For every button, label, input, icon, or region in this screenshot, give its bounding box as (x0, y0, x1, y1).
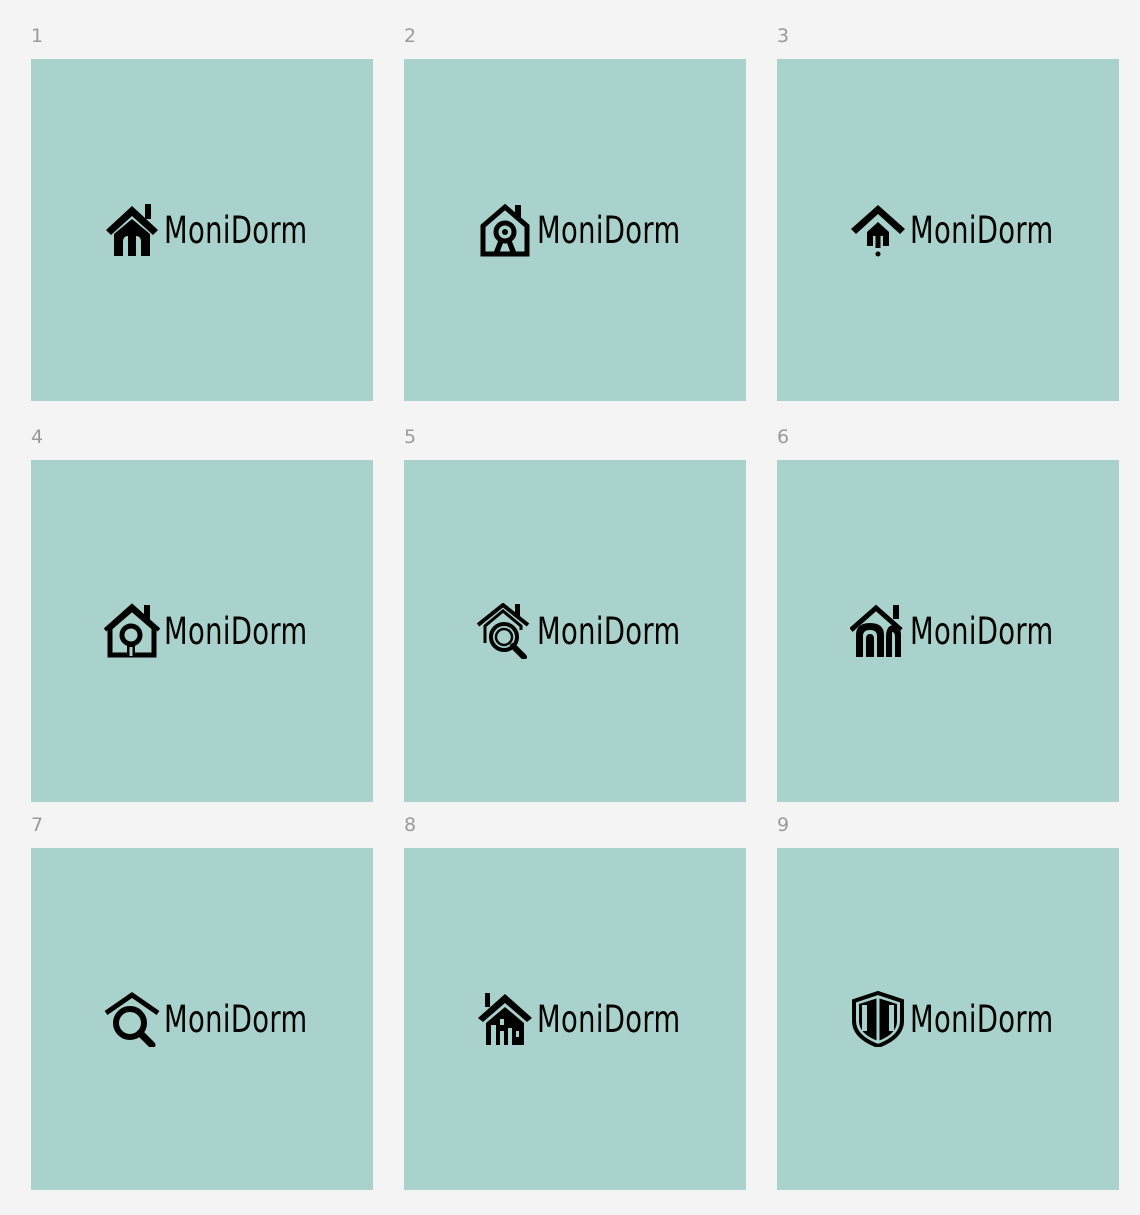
house-building-icon (478, 993, 532, 1045)
house-camera-icon (480, 203, 530, 257)
cell-number: 1 (31, 25, 44, 47)
cell-number: 8 (404, 814, 417, 836)
house-keyhole-icon (104, 603, 160, 658)
roof-pin-icon (851, 205, 905, 257)
logo-tile[interactable]: MoniDorm (404, 59, 746, 401)
logo: MoniDorm (104, 200, 308, 260)
logo: MoniDorm (477, 601, 681, 661)
logo-tile[interactable]: MoniDorm (404, 848, 746, 1190)
brand-name: MoniDorm (910, 997, 1054, 1041)
logo-tile[interactable]: MoniDorm (31, 460, 373, 802)
brand-name: MoniDorm (164, 208, 308, 252)
logo: MoniDorm (477, 200, 681, 260)
logo: MoniDorm (477, 989, 681, 1049)
logo-tile[interactable]: MoniDorm (404, 460, 746, 802)
house-magnifier-icon (477, 603, 530, 659)
logo: MoniDorm (850, 601, 1054, 661)
house-solid-icon (106, 204, 158, 256)
house-arches-icon (850, 604, 903, 657)
cell-number: 9 (777, 814, 790, 836)
logo: MoniDorm (104, 989, 308, 1049)
logo: MoniDorm (850, 989, 1054, 1049)
logo: MoniDorm (850, 200, 1054, 260)
brand-name: MoniDorm (910, 609, 1054, 653)
logo-variant-board: { "board": { "background": "#f4f4f4", "t… (0, 0, 1140, 1215)
logo-tile[interactable]: MoniDorm (31, 59, 373, 401)
logo-tile[interactable]: MoniDorm (31, 848, 373, 1190)
cell-number: 5 (404, 426, 417, 448)
brand-name: MoniDorm (537, 208, 681, 252)
brand-name: MoniDorm (164, 609, 308, 653)
brand-name: MoniDorm (164, 997, 308, 1041)
logo-tile[interactable]: MoniDorm (777, 848, 1119, 1190)
logo-tile[interactable]: MoniDorm (777, 59, 1119, 401)
cell-number: 6 (777, 426, 790, 448)
cell-number: 4 (31, 426, 44, 448)
roof-magnifier-icon (104, 991, 160, 1047)
logo-tile[interactable]: MoniDorm (777, 460, 1119, 802)
brand-name: MoniDorm (537, 609, 681, 653)
brand-name: MoniDorm (537, 997, 681, 1041)
cell-number: 3 (777, 25, 790, 47)
cell-number: 2 (404, 25, 417, 47)
brand-name: MoniDorm (910, 208, 1054, 252)
cell-number: 7 (31, 814, 44, 836)
shield-icon (852, 991, 904, 1047)
logo: MoniDorm (104, 601, 308, 661)
